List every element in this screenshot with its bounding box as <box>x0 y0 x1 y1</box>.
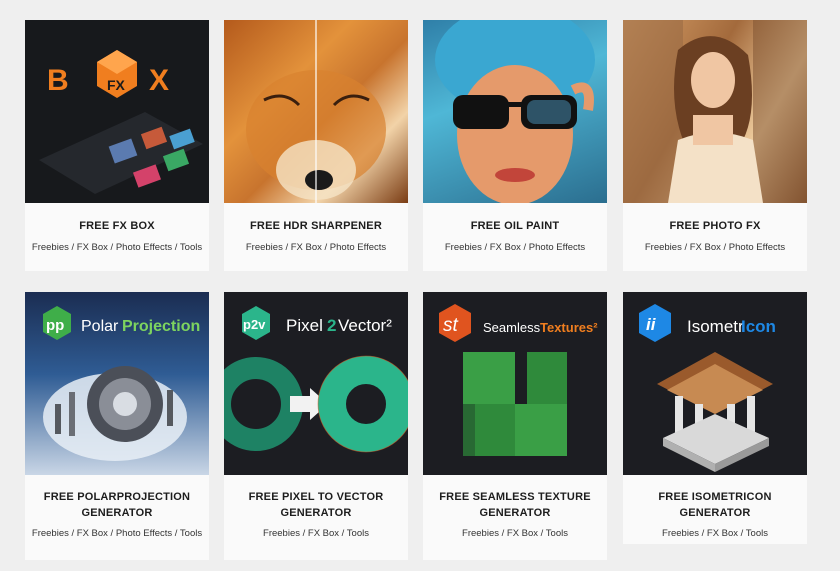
oil-paint-thumbnail[interactable] <box>423 20 607 203</box>
seamless-texture-thumbnail[interactable]: st Seamless Textures² <box>423 292 607 475</box>
svg-text:Icon: Icon <box>741 317 776 336</box>
card-title[interactable]: FREE SEAMLESS TEXTURE GENERATOR <box>423 489 607 521</box>
card-polarprojection[interactable]: pp Polar Projection FREE POLARPROJECTION… <box>25 292 209 560</box>
svg-text:Pixel: Pixel <box>286 316 323 335</box>
card-photo-fx[interactable]: FREE PHOTO FX Freebies / FX Box / Photo … <box>623 20 807 271</box>
leaf-texture-icon: st Seamless Textures² <box>439 304 598 456</box>
svg-text:X: X <box>149 64 169 97</box>
fox-photo-icon <box>246 20 386 203</box>
photo-portrait-icon <box>623 20 807 203</box>
isometricon-thumbnail[interactable]: ii Isometr Icon <box>623 292 807 475</box>
oil-paint-portrait-icon <box>435 20 595 203</box>
card-title[interactable]: FREE FX BOX <box>25 218 209 234</box>
card-categories[interactable]: Freebies / FX Box / Photo Effects <box>423 241 607 255</box>
fxbox-thumbnail[interactable]: B FX X <box>25 20 209 203</box>
svg-text:FX: FX <box>107 77 126 93</box>
freebies-grid: B FX X FREE FX BOX Freebies / FX Box / P… <box>25 20 809 565</box>
photo-fx-thumbnail[interactable] <box>623 20 807 203</box>
card-title[interactable]: FREE POLARPROJECTION GENERATOR <box>25 489 209 521</box>
svg-text:Polar: Polar <box>81 318 119 335</box>
svg-text:2: 2 <box>327 316 336 335</box>
card-categories[interactable]: Freebies / FX Box / Tools <box>423 527 607 541</box>
card-categories[interactable]: Freebies / FX Box / Photo Effects <box>224 241 408 255</box>
card-title[interactable]: FREE PHOTO FX <box>623 218 807 234</box>
svg-text:Projection: Projection <box>122 318 200 335</box>
polarprojection-thumbnail[interactable]: pp Polar Projection <box>25 292 209 475</box>
card-hdr-sharpener[interactable]: FREE HDR SHARPENER Freebies / FX Box / P… <box>224 20 408 271</box>
card-categories[interactable]: Freebies / FX Box / Photo Effects / Tool… <box>25 241 209 255</box>
card-categories[interactable]: Freebies / FX Box / Tools <box>623 527 807 541</box>
svg-text:st: st <box>443 315 459 336</box>
svg-text:Isometr: Isometr <box>687 317 744 336</box>
card-title[interactable]: FREE HDR SHARPENER <box>224 218 408 234</box>
pixel-vector-ring-icon: p2v Pixel 2 Vector² <box>224 306 408 453</box>
svg-text:B: B <box>47 64 69 97</box>
card-seamless-texture[interactable]: st Seamless Textures² FREE SEAMLESS TEXT… <box>423 292 607 560</box>
card-title[interactable]: FREE PIXEL TO VECTOR GENERATOR <box>224 489 408 521</box>
card-title[interactable]: FREE ISOMETRICON GENERATOR <box>623 489 807 521</box>
card-categories[interactable]: Freebies / FX Box / Tools <box>224 527 408 541</box>
svg-text:Textures²: Textures² <box>540 320 598 335</box>
svg-text:Seamless: Seamless <box>483 320 541 335</box>
card-oil-paint[interactable]: FREE OIL PAINT Freebies / FX Box / Photo… <box>423 20 607 271</box>
svg-text:ii: ii <box>646 315 657 334</box>
hdr-sharpener-thumbnail[interactable] <box>224 20 408 203</box>
card-fx-box[interactable]: B FX X FREE FX BOX Freebies / FX Box / P… <box>25 20 209 271</box>
pixel-to-vector-thumbnail[interactable]: p2v Pixel 2 Vector² <box>224 292 408 475</box>
polar-planet-icon: pp Polar Projection <box>43 306 200 461</box>
svg-text:p2v: p2v <box>243 317 266 332</box>
svg-text:pp: pp <box>46 317 64 334</box>
card-pixel-to-vector[interactable]: p2v Pixel 2 Vector² FREE PIXEL TO VECTOR… <box>224 292 408 560</box>
fxbox-logo-icon: B FX X <box>39 50 203 194</box>
card-categories[interactable]: Freebies / FX Box / Photo Effects <box>623 241 807 255</box>
card-isometricon[interactable]: ii Isometr Icon FREE ISOMETRICON GENERAT… <box>623 292 807 544</box>
bank-building-icon: ii Isometr Icon <box>639 304 776 472</box>
card-title[interactable]: FREE OIL PAINT <box>423 218 607 234</box>
svg-text:Vector²: Vector² <box>338 316 392 335</box>
card-categories[interactable]: Freebies / FX Box / Photo Effects / Tool… <box>25 527 209 541</box>
